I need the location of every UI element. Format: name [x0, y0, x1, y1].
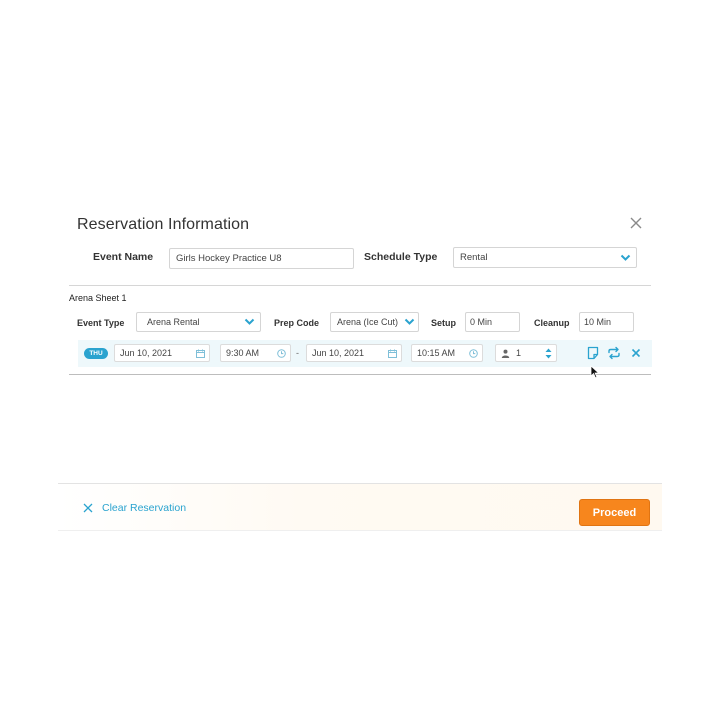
section-divider	[69, 285, 651, 286]
schedule-type-value: Rental	[460, 252, 488, 263]
clock-icon	[277, 349, 286, 358]
setup-value: 0 Min	[470, 317, 493, 327]
chevron-down-icon	[404, 318, 415, 325]
setup-label: Setup	[431, 318, 457, 328]
event-type-label: Event Type	[77, 318, 125, 328]
clock-icon	[469, 349, 478, 358]
proceed-button[interactable]: Proceed	[579, 499, 650, 526]
attendees-value: 1	[516, 348, 522, 358]
cursor-icon	[590, 365, 600, 379]
clear-reservation-button[interactable]: Clear Reservation	[83, 502, 186, 514]
end-date-value: Jun 10, 2021	[312, 348, 365, 358]
cleanup-value: 10 Min	[584, 317, 612, 327]
close-icon	[83, 503, 93, 513]
date-range-separator: -	[296, 348, 299, 358]
start-date-value: Jun 10, 2021	[120, 348, 173, 358]
prep-code-select[interactable]: Arena (Ice Cut)	[330, 312, 419, 332]
remove-icon[interactable]	[629, 346, 643, 360]
repeat-icon[interactable]	[607, 346, 621, 360]
end-date-field[interactable]: Jun 10, 2021	[306, 344, 402, 362]
event-name-label: Event Name	[93, 251, 154, 263]
end-time-value: 10:15 AM	[417, 348, 456, 358]
resource-name: Arena Sheet 1	[69, 293, 127, 303]
attendees-stepper[interactable]: 1	[495, 344, 557, 362]
chevron-down-icon	[244, 318, 255, 325]
calendar-icon	[196, 349, 205, 358]
booking-row: THU Jun 10, 2021 9:30 AM - Jun 10, 2021 …	[78, 340, 652, 367]
calendar-icon	[388, 349, 397, 358]
prep-code-label: Prep Code	[274, 318, 320, 328]
start-time-field[interactable]: 9:30 AM	[220, 344, 291, 362]
end-time-field[interactable]: 10:15 AM	[411, 344, 483, 362]
start-time-value: 9:30 AM	[226, 348, 260, 358]
modal-footer: Clear Reservation Proceed	[58, 483, 662, 531]
event-type-select[interactable]: Arena Rental	[136, 312, 261, 332]
person-icon	[501, 349, 510, 358]
event-name-value: Girls Hockey Practice U8	[176, 253, 282, 264]
event-type-value: Arena Rental	[147, 317, 200, 327]
stepper-icon[interactable]	[545, 348, 552, 359]
cleanup-label: Cleanup	[534, 318, 570, 328]
schedule-type-label: Schedule Type	[364, 251, 438, 263]
section-divider	[69, 374, 651, 375]
chevron-down-icon	[620, 254, 631, 261]
day-badge: THU	[84, 348, 108, 359]
clear-reservation-label: Clear Reservation	[102, 502, 187, 514]
setup-field[interactable]: 0 Min	[465, 312, 520, 332]
event-name-field[interactable]: Girls Hockey Practice U8	[169, 248, 354, 269]
start-date-field[interactable]: Jun 10, 2021	[114, 344, 210, 362]
note-icon[interactable]	[586, 346, 600, 360]
close-icon[interactable]	[628, 215, 644, 231]
modal-title: Reservation Information	[77, 216, 250, 233]
prep-code-value: Arena (Ice Cut)	[337, 317, 399, 327]
cleanup-field[interactable]: 10 Min	[579, 312, 634, 332]
schedule-type-select[interactable]: Rental	[453, 247, 637, 268]
